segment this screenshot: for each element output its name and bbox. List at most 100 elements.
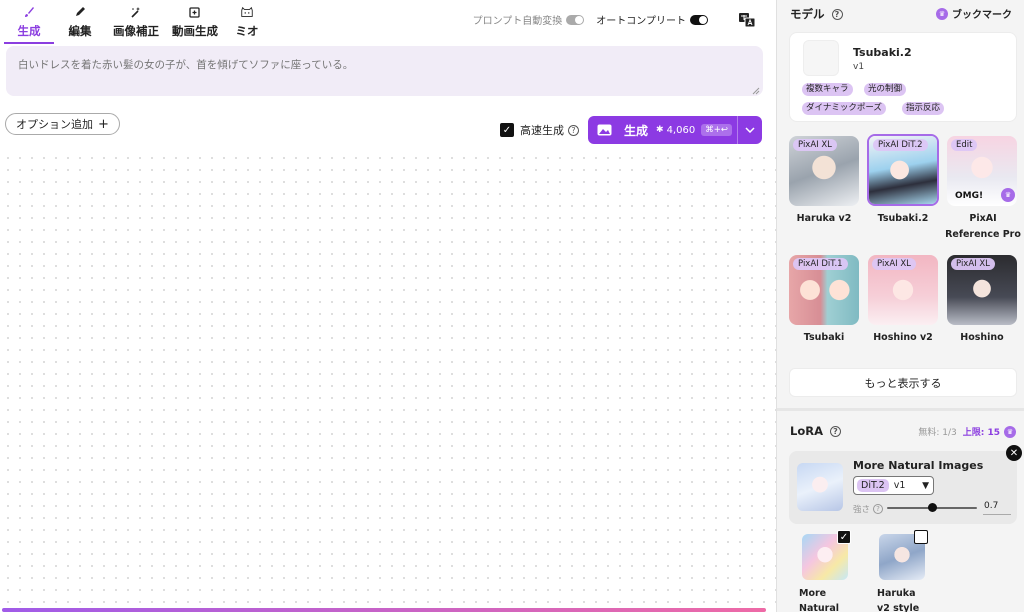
help-icon[interactable]: ? (831, 8, 843, 20)
autocomplete-label: オートコンプリート (596, 16, 686, 27)
model-badge: PixAI XL (872, 258, 916, 270)
model-thumbnail (803, 40, 839, 76)
model-tag: 指示反応 (902, 102, 945, 115)
tab-label: 動画生成 (172, 24, 218, 38)
model-tile-tsubaki-2[interactable]: PixAI DiT.2 (867, 134, 939, 206)
lora-quota: 無料: 1/3 上限: 15 ♛ (918, 425, 1016, 438)
show-more-button[interactable]: もっと表示する (789, 368, 1017, 397)
strength-value-input[interactable]: 0.7 (983, 501, 1011, 515)
model-badge: Edit (951, 139, 978, 151)
generate-cost: 4,060 (666, 124, 696, 136)
lora-title-text: LoRA (790, 424, 823, 438)
plus-icon: + (98, 116, 109, 132)
tab-video-generate[interactable]: 動画生成 (166, 4, 224, 42)
model-tile-tsubaki[interactable]: PixAI DiT.1 (789, 255, 859, 325)
model-tile-hoshino-v2[interactable]: PixAI XL (868, 255, 938, 325)
thumbnail-caption: OMG! (955, 191, 984, 201)
lora-limit: 上限: 15 (962, 428, 1000, 438)
model-name: Tsubaki.2 (853, 46, 912, 59)
bookmark-button[interactable]: ♛ ブックマーク (936, 6, 1012, 21)
tab-label: ミオ (235, 24, 259, 38)
strength-label: 強さ ? (853, 503, 884, 515)
model-tile-haruka-v2[interactable]: PixAI XL (789, 136, 859, 206)
fast-generate-checkbox[interactable]: ✓ (500, 123, 514, 137)
model-tag: ダイナミックポーズ (802, 102, 886, 115)
model-name: Tsubaki.2 (877, 213, 929, 224)
video-add-icon (188, 5, 202, 19)
tab-image-restore[interactable]: 画像補正 (106, 4, 166, 42)
generate-button[interactable]: 生成 ✱ 4,060 ⌘+↩ (588, 116, 762, 144)
strength-label-text: 強さ (853, 505, 871, 515)
switch-group: プロンプト自動変換 オートコンプリート (473, 12, 720, 27)
help-icon[interactable]: ? (873, 504, 884, 514)
tab-label: 編集 (68, 24, 92, 38)
lora-thumbnail (797, 463, 843, 511)
tab-label: 画像補正 (113, 24, 159, 38)
model-name: PixAI Reference Pro (945, 213, 1021, 240)
pencil-icon (73, 5, 87, 19)
model-name: Hoshino (960, 332, 1004, 343)
model-title-text: モデル (790, 7, 825, 21)
caret-down-icon: ▼ (922, 480, 929, 491)
image-icon (597, 124, 612, 136)
lora-section-title: LoRA ? (790, 424, 841, 438)
bottom-gradient-bar (2, 608, 766, 612)
translate-icon[interactable] (738, 12, 756, 28)
model-badge: PixAI XL (793, 139, 837, 151)
generate-options-button[interactable] (738, 116, 762, 144)
prompt-convert-toggle[interactable] (566, 14, 585, 25)
prompt-input[interactable] (6, 46, 763, 96)
strength-slider-handle[interactable] (927, 503, 937, 512)
mode-tabs: 生成 編集 画像補正 動画生成 ミオ (4, 4, 270, 44)
lora-arch-badge: DiT.2 (857, 479, 889, 492)
credit-icon: ✱ (656, 125, 664, 135)
brush-icon (22, 5, 36, 19)
selected-model-card[interactable]: Tsubaki.2 v1 複数キャラ 光の制御 ダイナミックポーズ 指示反応 (789, 32, 1017, 122)
magic-wand-icon (129, 5, 143, 19)
lora-version-select[interactable]: DiT.2 v1 ▼ (853, 476, 934, 495)
shortcut-badge: ⌘+↩ (701, 124, 732, 136)
autocomplete-toggle[interactable] (690, 14, 708, 25)
add-option-label: オプション追加 (16, 118, 93, 131)
model-badge: PixAI DiT.1 (793, 258, 848, 270)
help-icon[interactable]: ? (829, 425, 841, 437)
lora-checkbox[interactable]: ✓ (837, 530, 851, 544)
model-tile-hoshino[interactable]: PixAI XL (947, 255, 1017, 325)
model-name: Tsubaki (803, 332, 845, 343)
tab-label: 生成 (17, 24, 41, 38)
selected-lora-card: More Natural Images DiT.2 v1 ▼ 強さ ? 0.7 (789, 451, 1017, 524)
crown-icon: ♛ (1004, 425, 1016, 438)
bookmark-label: ブックマーク (952, 10, 1012, 21)
lora-name: More Natural Images (853, 459, 984, 472)
tab-edit[interactable]: 編集 (54, 4, 106, 42)
lora-version: v1 (893, 480, 906, 491)
fast-generate-label: 高速生成 (520, 124, 564, 137)
cat-icon (240, 5, 254, 19)
divider (777, 408, 1024, 411)
lora-item-name: More Natural Images (799, 588, 840, 612)
settings-panel: モデル ? ♛ ブックマーク Tsubaki.2 v1 複数キャラ 光の制御 ダ… (776, 0, 1024, 612)
model-tile-reference-pro[interactable]: Edit OMG! ♛ (947, 136, 1017, 206)
crown-icon: ♛ (936, 7, 948, 20)
lora-free-count: 無料: 1/3 (918, 428, 957, 438)
add-option-button[interactable]: オプション追加 + (5, 113, 120, 135)
model-badge: PixAI DiT.2 (873, 139, 928, 151)
tab-mio[interactable]: ミオ (224, 4, 270, 42)
tab-generate[interactable]: 生成 (4, 4, 54, 44)
lora-checkbox[interactable] (914, 530, 928, 544)
generation-canvas[interactable] (0, 148, 776, 608)
fast-generate-control: ✓ 高速生成 ? (500, 122, 579, 138)
lora-item-name: Haruka v2 style (877, 588, 920, 612)
crown-icon: ♛ (1001, 188, 1015, 202)
model-tag: 光の制御 (864, 83, 907, 96)
model-tag: 複数キャラ (802, 83, 853, 96)
model-section-title: モデル ? (790, 6, 843, 22)
workspace: 生成 編集 画像補正 動画生成 ミオ プロンプト自動変換 オートコンプリート オ… (0, 0, 776, 612)
generate-label: 生成 (624, 123, 649, 138)
chevron-down-icon (745, 127, 755, 133)
model-name: Hoshino v2 (873, 332, 933, 343)
resize-handle-icon[interactable] (752, 84, 760, 95)
prompt-convert-label: プロンプト自動変換 (472, 16, 563, 27)
remove-lora-button[interactable]: ✕ (1006, 445, 1022, 461)
help-icon[interactable]: ? (568, 124, 579, 136)
